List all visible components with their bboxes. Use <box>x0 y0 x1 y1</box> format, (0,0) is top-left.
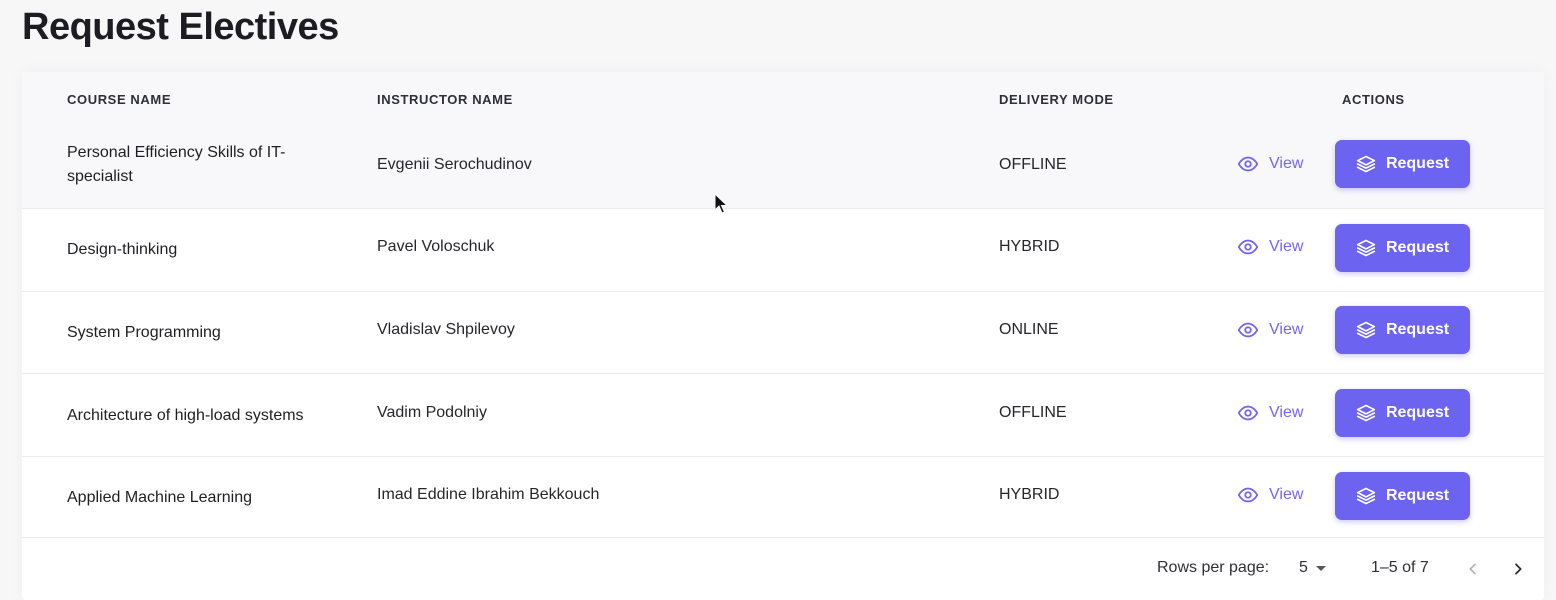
previous-page-button[interactable] <box>1459 555 1487 583</box>
delivery-mode: ONLINE <box>999 321 1059 338</box>
layers-icon <box>1356 239 1376 257</box>
request-label: Request <box>1385 404 1450 421</box>
page-range: 1–5 of 7 <box>1371 559 1429 576</box>
rows-per-page-label: Rows per page: <box>1157 559 1270 576</box>
view-button[interactable]: View <box>1237 236 1303 258</box>
table-row: System Programming Vladislav Shpilevoy O… <box>22 292 1544 374</box>
chevron-right-icon <box>1515 563 1522 575</box>
view-label: View <box>1269 155 1304 172</box>
request-button[interactable]: Request <box>1335 472 1470 520</box>
view-label: View <box>1269 238 1304 255</box>
request-button[interactable]: Request <box>1335 224 1470 272</box>
delivery-mode: OFFLINE <box>999 404 1067 421</box>
instructor-name: Evgenii Serochudinov <box>377 156 532 173</box>
course-name: Personal Efficiency Skills of IT-special… <box>67 144 286 185</box>
eye-icon <box>1237 239 1259 255</box>
layers-icon <box>1356 487 1376 505</box>
chevron-left-icon <box>1469 563 1476 575</box>
table-pagination: Rows per page: 5 1–5 of 7 <box>22 537 1544 600</box>
layers-icon <box>1356 321 1376 339</box>
eye-icon <box>1237 322 1259 338</box>
header-course-name: COURSE NAME <box>67 92 172 107</box>
course-name: System Programming <box>67 324 221 341</box>
next-page-button[interactable] <box>1504 555 1532 583</box>
instructor-name: Vladislav Shpilevoy <box>377 321 515 338</box>
delivery-mode: HYBRID <box>999 486 1060 503</box>
layers-icon <box>1356 404 1376 422</box>
request-label: Request <box>1385 321 1450 338</box>
request-label: Request <box>1385 487 1450 504</box>
mouse-cursor-icon <box>714 193 728 214</box>
eye-icon <box>1237 487 1259 503</box>
rows-per-page-value: 5 <box>1299 559 1308 576</box>
view-button[interactable]: View <box>1237 402 1303 424</box>
view-button[interactable]: View <box>1237 319 1303 341</box>
table-header: COURSE NAME INSTRUCTOR NAME DELIVERY MOD… <box>22 72 1544 127</box>
request-button[interactable]: Request <box>1335 140 1470 188</box>
header-actions: ACTIONS <box>1342 92 1405 107</box>
delivery-mode: HYBRID <box>999 238 1060 255</box>
view-label: View <box>1269 321 1304 338</box>
view-button[interactable]: View <box>1237 153 1303 175</box>
request-button[interactable]: Request <box>1335 389 1470 437</box>
instructor-name: Imad Eddine Ibrahim Bekkouch <box>377 486 600 503</box>
request-button[interactable]: Request <box>1335 306 1470 354</box>
page-title: Request Electives <box>22 6 339 48</box>
header-instructor-name: INSTRUCTOR NAME <box>377 92 513 107</box>
course-name: Design-thinking <box>67 241 178 258</box>
instructor-name: Pavel Voloschuk <box>377 238 495 255</box>
view-button[interactable]: View <box>1237 484 1303 506</box>
layers-icon <box>1356 155 1376 173</box>
view-label: View <box>1269 486 1304 503</box>
rows-per-page-select[interactable]: 5 <box>1299 559 1326 577</box>
electives-table: COURSE NAME INSTRUCTOR NAME DELIVERY MOD… <box>22 72 1544 600</box>
instructor-name: Vadim Podolniy <box>377 404 487 421</box>
request-electives-page: Request Electives COURSE NAME INSTRUCTOR… <box>0 0 1556 600</box>
header-delivery-mode: DELIVERY MODE <box>999 92 1114 107</box>
request-label: Request <box>1385 155 1450 172</box>
table-row: Architecture of high-load systems Vadim … <box>22 374 1544 457</box>
course-name: Applied Machine Learning <box>67 489 253 506</box>
table-row: Applied Machine Learning Imad Eddine Ibr… <box>22 457 1544 537</box>
delivery-mode: OFFLINE <box>999 156 1067 173</box>
view-label: View <box>1269 404 1304 421</box>
table-row: Design-thinking Pavel Voloschuk HYBRID V… <box>22 209 1544 292</box>
request-label: Request <box>1385 239 1450 256</box>
table-row: Personal Efficiency Skills of IT-special… <box>22 127 1544 209</box>
eye-icon <box>1237 156 1259 172</box>
caret-down-icon <box>1315 565 1326 571</box>
course-name: Architecture of high-load systems <box>67 407 304 424</box>
eye-icon <box>1237 405 1259 421</box>
